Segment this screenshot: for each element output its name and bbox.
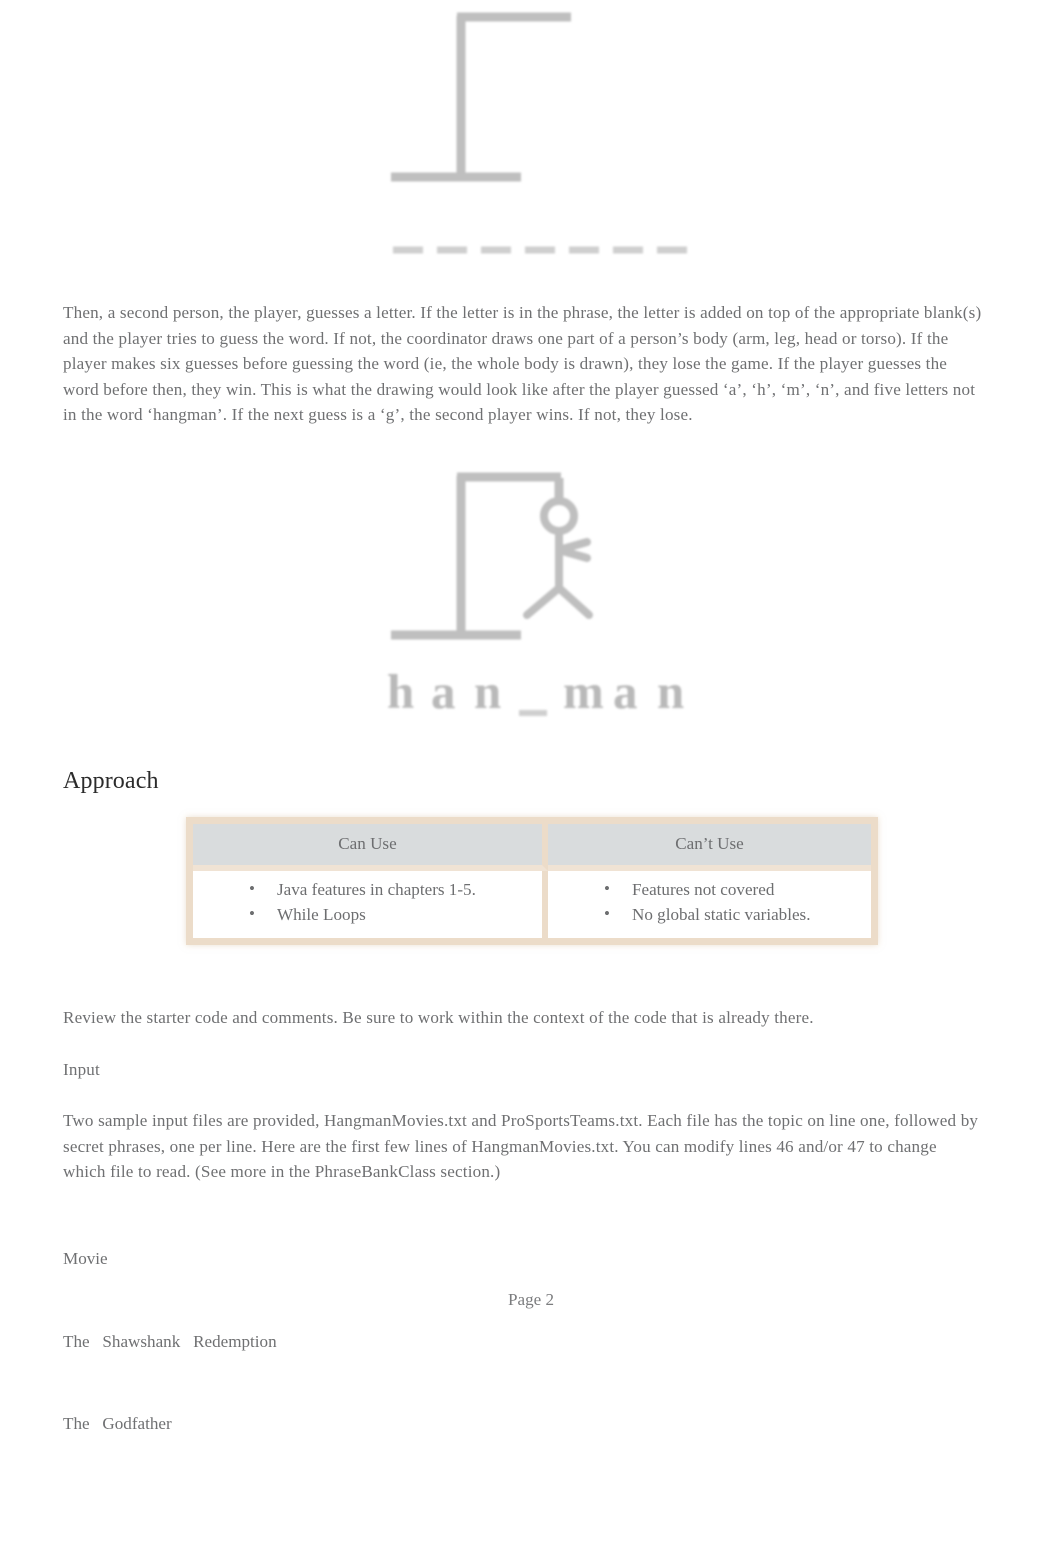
table-header-row: Can Use Can’t Use — [193, 824, 871, 871]
hangman-gallows-empty-icon — [391, 12, 687, 254]
hangman-gallows-with-figure: h a n m a n — [375, 460, 695, 740]
svg-text:a: a — [431, 664, 456, 719]
svg-text:m: m — [563, 664, 604, 719]
table-header-can-use: Can Use — [193, 824, 548, 871]
sample-file-contents: Movie The Shawshank Redemption The Godfa… — [63, 1190, 277, 1493]
approach-table-body: Java features in chapters 1-5. While Loo… — [193, 871, 871, 938]
svg-text:n: n — [657, 664, 684, 719]
table-cell-can-use: Java features in chapters 1-5. While Loo… — [193, 871, 548, 938]
list-item: Java features in chapters 1-5. — [249, 876, 538, 902]
review-paragraph: Review the starter code and comments. Be… — [63, 1008, 814, 1028]
svg-text:h: h — [387, 664, 414, 719]
input-section-label: Input — [63, 1060, 100, 1080]
list-item: While Loops — [249, 901, 538, 927]
list-item: No global static variables. — [604, 901, 867, 927]
sample-line-phrase-2: The Godfather — [63, 1414, 172, 1433]
table-row: Java features in chapters 1-5. While Loo… — [193, 871, 871, 938]
hangman-stick-figure — [523, 497, 593, 619]
sample-line-topic: Movie — [63, 1249, 108, 1268]
hangman-gallows-empty-figure — [375, 0, 695, 280]
hangman-gallows-body-icon: h a n m a n — [387, 472, 684, 719]
can-use-list: Java features in chapters 1-5. While Loo… — [197, 876, 538, 928]
svg-text:n: n — [474, 664, 501, 719]
approach-table-head: Can Use Can’t Use — [193, 824, 871, 871]
input-files-paragraph: Two sample input files are provided, Han… — [63, 1111, 979, 1182]
sample-line-phrase-1: The Shawshank Redemption — [63, 1331, 277, 1351]
list-item: Features not covered — [604, 876, 867, 902]
page-footer: Page 2 — [507, 1290, 555, 1309]
approach-heading: Approach — [63, 768, 159, 794]
table-header-cant-use: Can’t Use — [547, 824, 871, 871]
intro-paragraph: Then, a second person, the player, guess… — [63, 303, 982, 425]
approach-table: Can Use Can’t Use Java features in chapt… — [186, 817, 878, 945]
cant-use-list: Features not covered No global static va… — [552, 876, 867, 928]
table-cell-cant-use: Features not covered No global static va… — [547, 871, 871, 938]
approach-table-wrapper: Can Use Can’t Use Java features in chapt… — [186, 817, 878, 945]
svg-text:a: a — [613, 664, 638, 719]
document-page: h a n m a n Then, a second person, the p… — [0, 0, 1062, 1561]
